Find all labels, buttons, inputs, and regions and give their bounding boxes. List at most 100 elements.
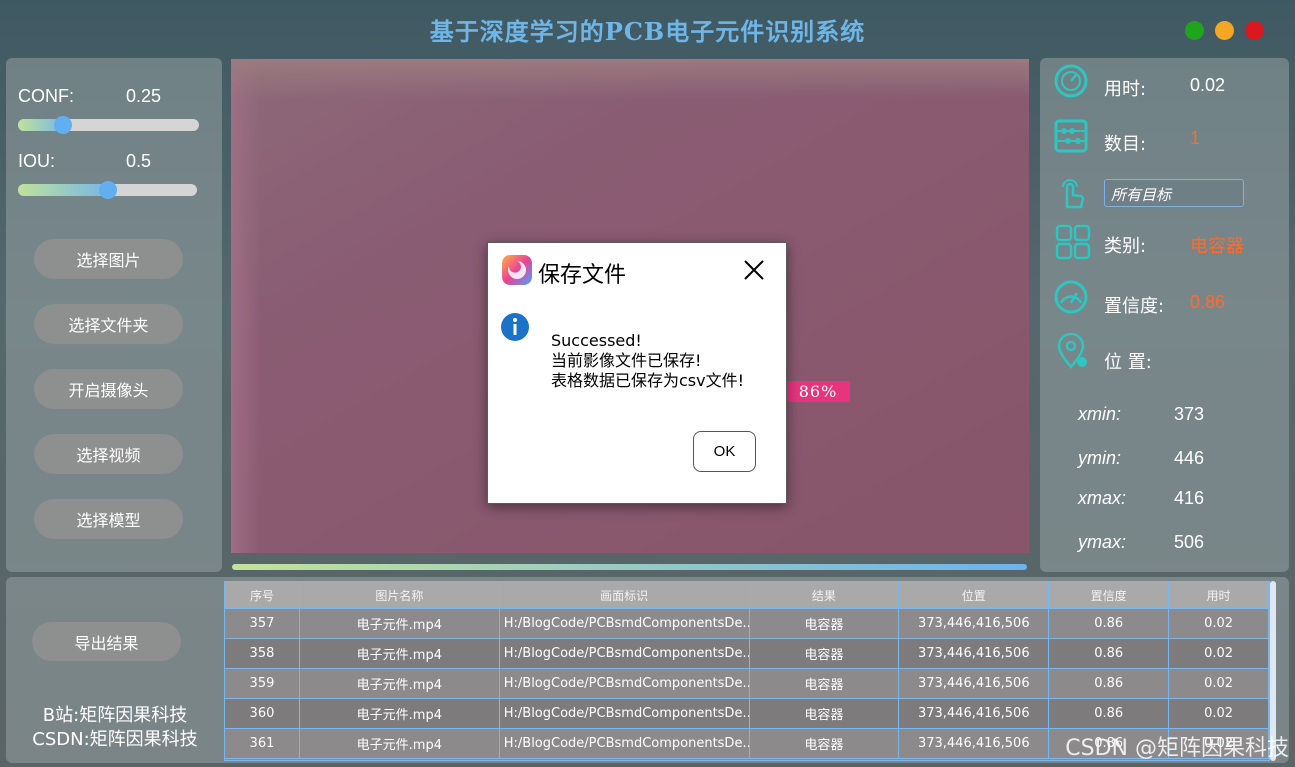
- table-cell: 0.86: [1049, 609, 1170, 638]
- class-value: 电容器: [1190, 236, 1244, 256]
- location-pin-icon: [1057, 333, 1087, 369]
- table-cell: 电容器: [750, 699, 900, 728]
- bilibili-credit: B站:矩阵因果科技: [42, 705, 188, 726]
- column-header-confidence[interactable]: 置信度: [1049, 582, 1170, 608]
- iou-label: IOU:: [18, 151, 56, 171]
- table-cell: 360: [225, 699, 300, 728]
- column-header-image-name[interactable]: 图片名称: [300, 582, 500, 608]
- ymax-value: 506: [1174, 532, 1205, 552]
- table-cell: H:/BlogCode/PCBsmdComponentsDe...: [500, 699, 750, 728]
- table-cell: H:/BlogCode/PCBsmdComponentsDe...: [500, 729, 750, 758]
- table-cell: H:/BlogCode/PCBsmdComponentsDe...: [500, 639, 750, 668]
- iou-value: 0.5: [126, 151, 152, 171]
- table-row[interactable]: 359 电子元件.mp4 H:/BlogCode/PCBsmdComponentsD…: [225, 669, 1270, 699]
- select-image-button[interactable]: 选择图片: [34, 239, 183, 279]
- xmax-label: xmax:: [1078, 488, 1127, 508]
- ok-button[interactable]: OK: [693, 431, 756, 472]
- conf-slider[interactable]: [18, 116, 199, 134]
- xmax-value: 416: [1174, 488, 1205, 508]
- table-cell: 373,446,416,506: [899, 609, 1050, 638]
- table-cell: H:/BlogCode/PCBsmdComponentsDe...: [500, 609, 750, 638]
- dialog-message-line-1: Successed!: [551, 331, 642, 350]
- app-logo-icon: [502, 255, 532, 285]
- target-select-dropdown[interactable]: 所有目标: [1104, 179, 1244, 207]
- table-cell: 电容器: [750, 609, 900, 638]
- app-title: 基于深度学习的PCB电子元件识别系统: [429, 17, 866, 46]
- table-cell: H:/BlogCode/PCBsmdComponentsDe...: [500, 669, 750, 698]
- count-label: 数目:: [1104, 134, 1147, 155]
- video-frame-top-edge: [231, 59, 1029, 99]
- select-video-button[interactable]: 选择视频: [34, 434, 183, 474]
- xmin-label: xmin:: [1078, 404, 1122, 424]
- detection-confidence-label: 86%: [786, 381, 850, 402]
- open-camera-button[interactable]: 开启摄像头: [34, 369, 183, 409]
- table-cell: 373,446,416,506: [899, 669, 1050, 698]
- xmin-value: 373: [1174, 404, 1205, 424]
- dialog-message-line-3: 表格数据已保存为csv文件!: [551, 371, 745, 390]
- table-cell: 359: [225, 669, 300, 698]
- confidence-value: 0.86: [1190, 292, 1226, 312]
- video-frame-edge: [231, 59, 261, 553]
- table-row[interactable]: 358 电子元件.mp4 H:/BlogCode/PCBsmdComponentsD…: [225, 639, 1270, 669]
- table-cell: 电子元件.mp4: [300, 639, 500, 668]
- table-row[interactable]: 360 电子元件.mp4 H:/BlogCode/PCBsmdComponentsD…: [225, 699, 1270, 729]
- iou-slider-fill: [18, 184, 112, 196]
- column-header-position[interactable]: 位置: [899, 582, 1050, 608]
- table-row[interactable]: 357 电子元件.mp4 H:/BlogCode/PCBsmdComponentsD…: [225, 609, 1270, 639]
- iou-slider-handle[interactable]: [99, 181, 117, 199]
- conf-slider-handle[interactable]: [54, 116, 72, 134]
- table-cell: 361: [225, 729, 300, 758]
- ymax-label: ymax:: [1078, 532, 1127, 552]
- column-header-frame-id[interactable]: 画面标识: [500, 582, 750, 608]
- count-value: 1: [1190, 128, 1201, 148]
- confidence-label: 置信度:: [1104, 296, 1165, 317]
- gauge-icon: [1054, 280, 1088, 314]
- csdn-watermark: CSDN @矩阵因果科技: [1065, 736, 1289, 761]
- iou-slider[interactable]: [18, 181, 197, 199]
- select-folder-button[interactable]: 选择文件夹: [34, 304, 183, 344]
- table-cell: 373,446,416,506: [899, 729, 1050, 758]
- category-grid-icon: [1055, 224, 1091, 260]
- window-maximize-dot[interactable]: [1245, 21, 1264, 40]
- table-cell: 0.02: [1169, 639, 1270, 668]
- timer-icon: [1054, 64, 1088, 98]
- conf-label: CONF:: [18, 86, 74, 106]
- table-cell: 电子元件.mp4: [300, 699, 500, 728]
- table-cell: 373,446,416,506: [899, 639, 1050, 668]
- pointer-hand-icon: [1062, 179, 1085, 209]
- export-results-button[interactable]: 导出结果: [32, 622, 181, 661]
- table-cell: 电容器: [750, 669, 900, 698]
- table-cell: 电子元件.mp4: [300, 609, 500, 638]
- table-cell: 电子元件.mp4: [300, 729, 500, 758]
- table-cell: 0.02: [1169, 669, 1270, 698]
- table-cell: 电子元件.mp4: [300, 669, 500, 698]
- table-cell: 0.86: [1049, 669, 1170, 698]
- class-label: 类别:: [1104, 236, 1147, 257]
- time-value: 0.02: [1190, 75, 1226, 95]
- save-file-dialog: 保存文件 Successed! 当前影像文件已保存! 表格数据已保存为csv文件…: [487, 242, 787, 504]
- ymin-label: ymin:: [1078, 448, 1122, 468]
- conf-value: 0.25: [126, 86, 162, 106]
- ymin-value: 446: [1174, 448, 1205, 468]
- table-cell: 0.86: [1049, 699, 1170, 728]
- window-close-dot[interactable]: [1185, 21, 1204, 40]
- column-header-time[interactable]: 用时: [1169, 582, 1270, 608]
- select-model-button[interactable]: 选择模型: [34, 499, 183, 539]
- column-header-result[interactable]: 结果: [750, 582, 900, 608]
- window-minimize-dot[interactable]: [1215, 21, 1234, 40]
- dialog-message: Successed! 当前影像文件已保存! 表格数据已保存为csv文件!: [551, 331, 744, 391]
- table-cell: 电容器: [750, 639, 900, 668]
- table-cell: 358: [225, 639, 300, 668]
- csdn-credit: CSDN:矩阵因果科技: [32, 729, 198, 750]
- video-progress-bar: [232, 564, 1027, 570]
- table-cell: 0.02: [1169, 609, 1270, 638]
- abacus-icon: [1054, 119, 1088, 153]
- dialog-message-line-2: 当前影像文件已保存!: [551, 351, 702, 370]
- table-header: 序号 图片名称 画面标识 结果 位置 置信度 用时: [225, 582, 1270, 609]
- table-cell: 0.02: [1169, 699, 1270, 728]
- time-label: 用时:: [1104, 79, 1147, 100]
- position-label: 位 置:: [1104, 352, 1152, 373]
- table-cell: 0.86: [1049, 639, 1170, 668]
- column-header-index[interactable]: 序号: [225, 582, 300, 608]
- close-icon[interactable]: [741, 257, 767, 283]
